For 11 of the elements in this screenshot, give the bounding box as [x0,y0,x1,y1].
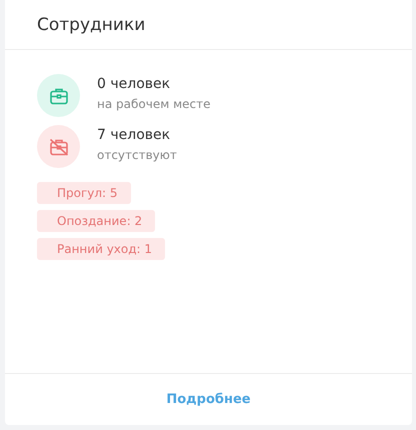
tag: Прогул: 5 [37,182,131,204]
details-link[interactable]: Подробнее [166,392,251,407]
briefcase-icon [48,86,68,104]
stat-count: 0 человек [97,76,172,92]
crossed-briefcase-icon [48,138,68,156]
stat-caption: на рабочем месте [97,97,210,111]
card-title: Сотрудники [37,14,146,34]
tag: Ранний уход: 1 [37,238,166,260]
stat-count: 7 человек [97,127,172,143]
tag: Опоздание: 2 [37,210,156,232]
stat-caption: отсутствуют [97,148,177,162]
